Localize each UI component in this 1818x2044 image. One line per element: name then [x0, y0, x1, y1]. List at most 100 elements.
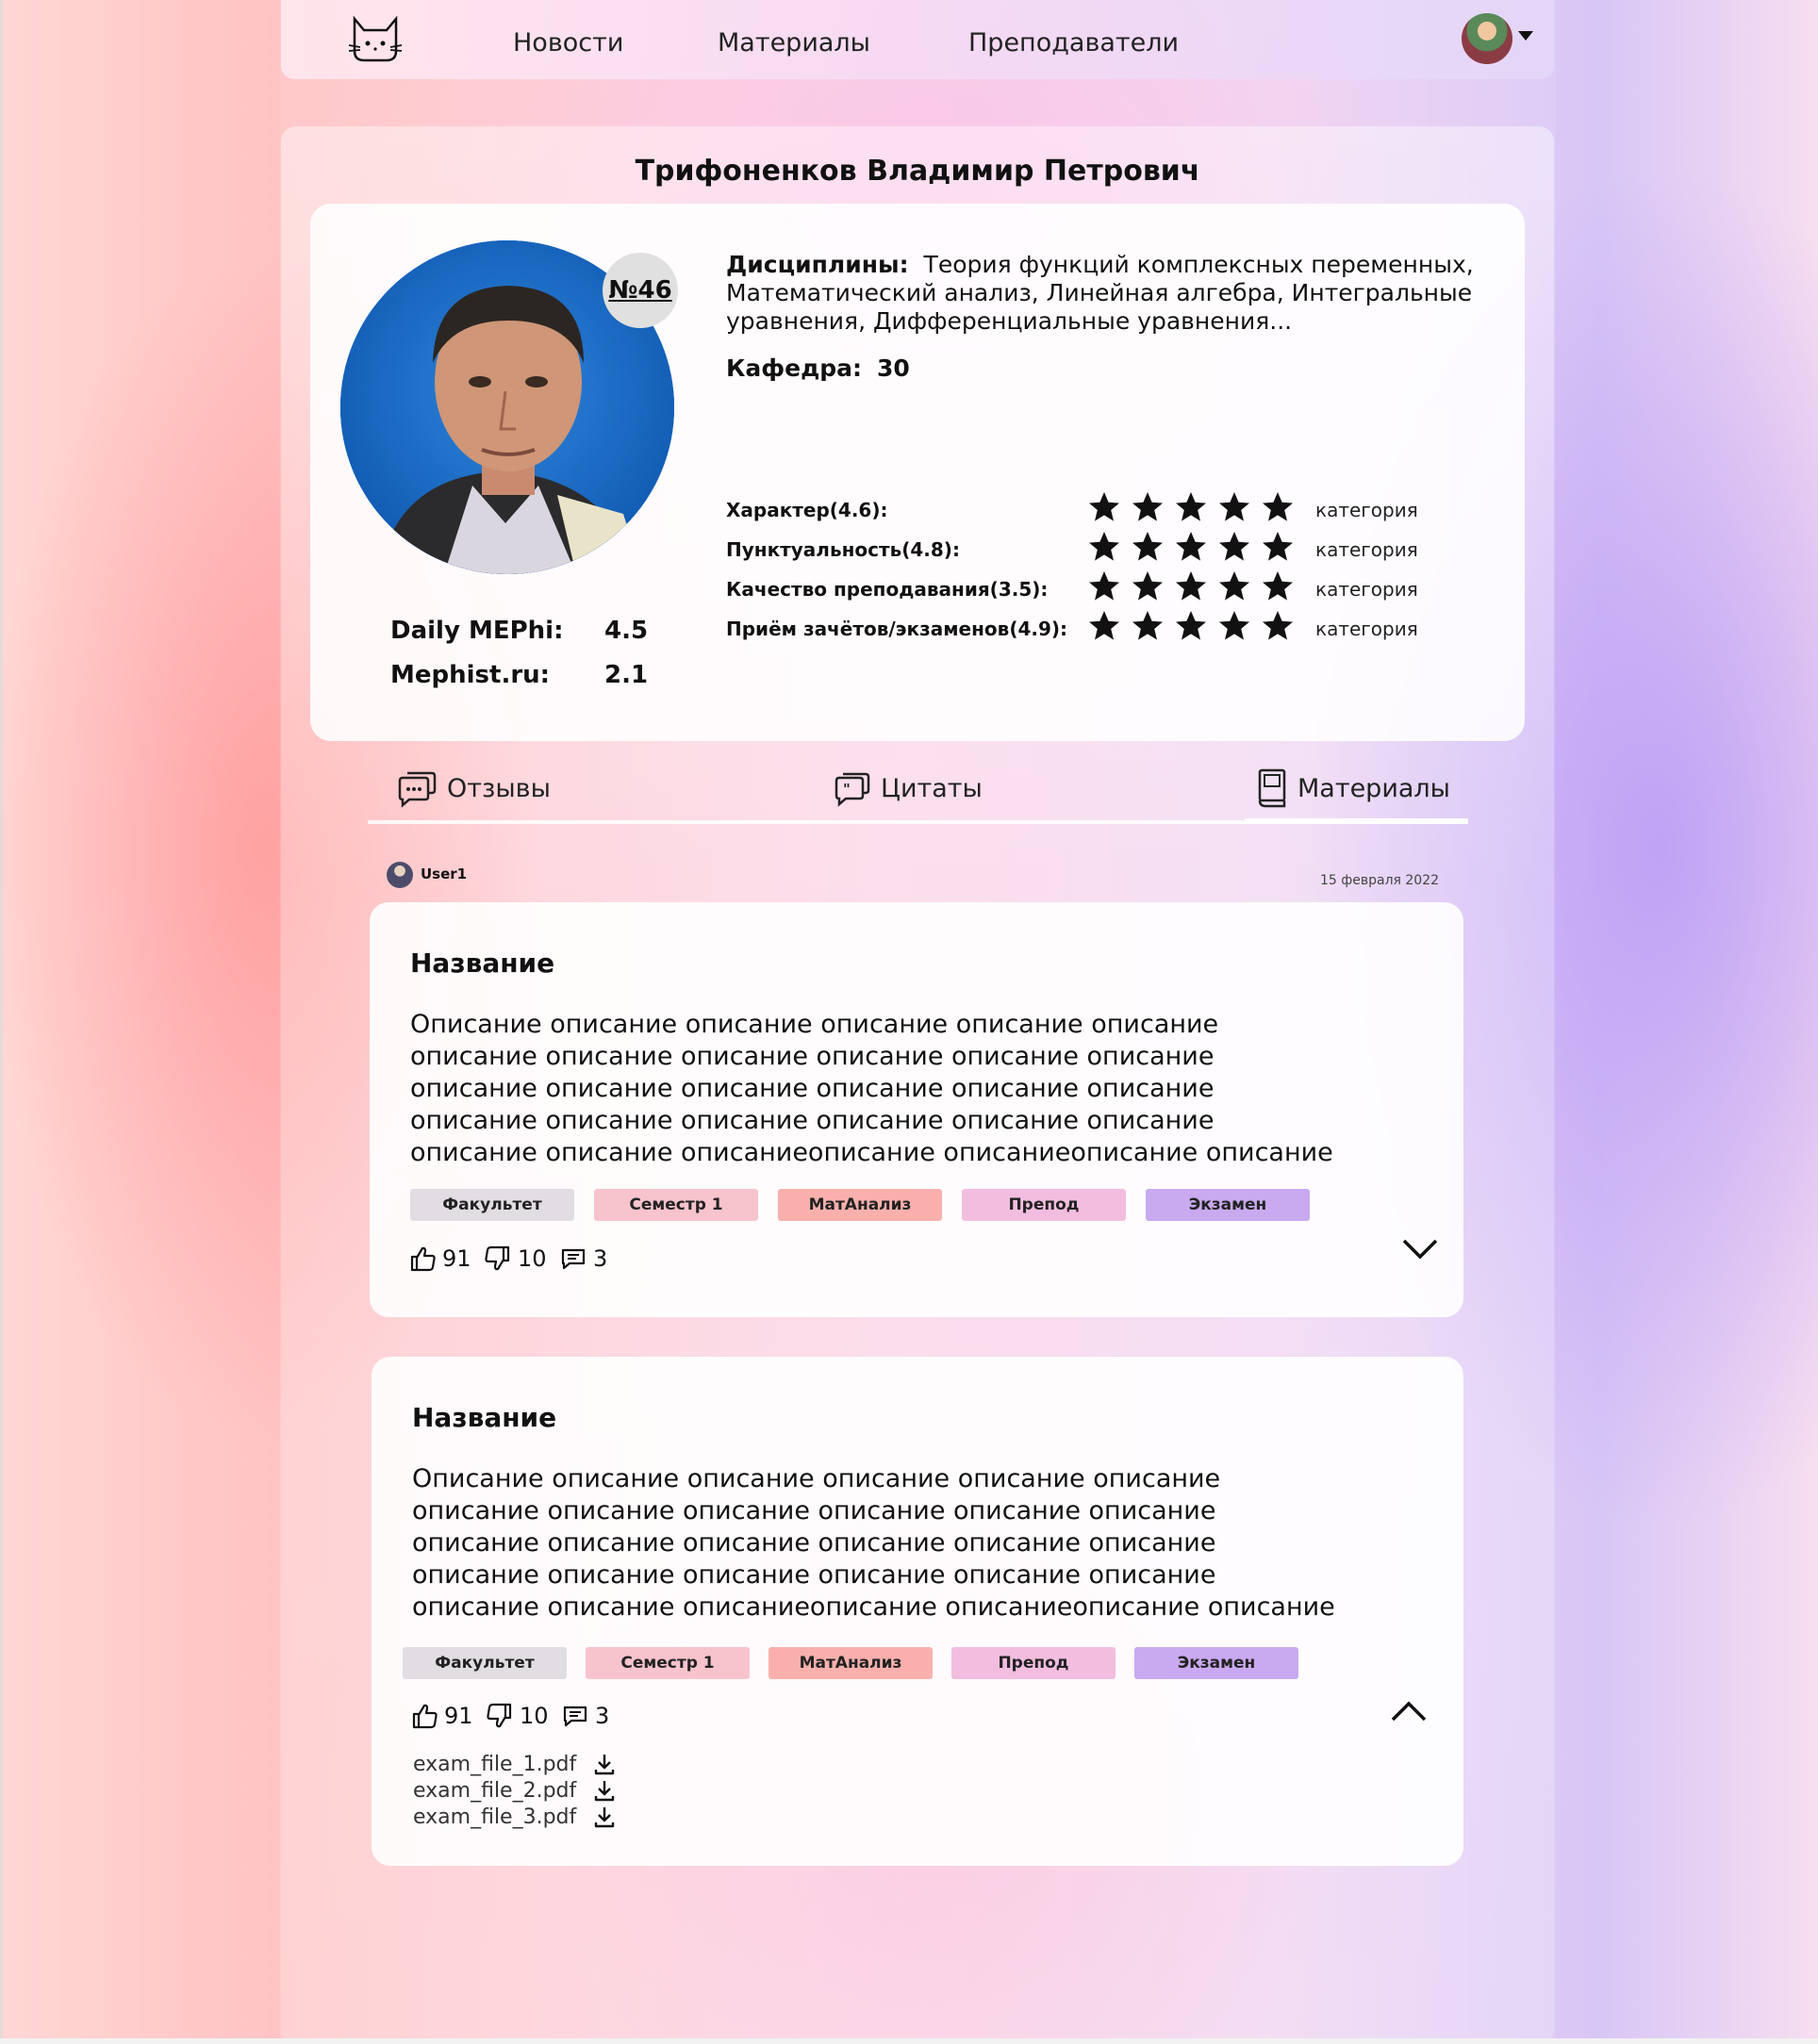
comment-counter-value: 3	[595, 1703, 610, 1729]
rating-label: Характер(4.6):	[726, 499, 888, 521]
star-icon	[1089, 532, 1119, 561]
star-icon	[1176, 492, 1206, 521]
tag-faculty[interactable]: Факультет	[403, 1647, 567, 1679]
tag-exam[interactable]: Экзамен	[1146, 1189, 1310, 1221]
star-icon	[1089, 571, 1119, 601]
download-icon[interactable]	[592, 1778, 617, 1803]
dislike-counter[interactable]: 10	[486, 1702, 549, 1730]
disciplines-label: Дисциплины:	[726, 251, 909, 278]
daily-mephi-label: Daily MEPhi:	[390, 617, 564, 645]
star-icon	[1219, 532, 1249, 561]
tab-quotes[interactable]: " Цитаты	[834, 759, 983, 817]
tag-exam[interactable]: Экзамен	[1134, 1647, 1298, 1679]
user-avatar[interactable]	[1462, 13, 1512, 64]
rating-category: категория	[1315, 538, 1418, 561]
star-icon	[1132, 611, 1163, 640]
download-icon[interactable]	[592, 1805, 617, 1829]
author-name[interactable]: User1	[421, 865, 467, 882]
disciplines: Дисциплины: Теория функций комплексных п…	[726, 251, 1499, 336]
thumbs-up-icon	[412, 1704, 438, 1729]
comment-icon	[561, 1248, 586, 1270]
chat-bubble-icon	[398, 771, 437, 808]
material-description: Описание описание описание описание опис…	[410, 1010, 1333, 1167]
tag-teacher[interactable]: Препод	[951, 1647, 1116, 1679]
tag-faculty[interactable]: Факультет	[410, 1189, 574, 1221]
teacher-name: Трифоненков Владимир Петрович	[635, 155, 1200, 188]
department-value: 30	[876, 354, 910, 382]
dislike-counter-value: 10	[520, 1703, 549, 1729]
star-icon	[1176, 532, 1206, 561]
nav-materials-link[interactable]: Материалы	[718, 28, 870, 58]
file-name[interactable]: exam_file_1.pdf	[413, 1753, 592, 1776]
download-icon[interactable]	[592, 1752, 617, 1776]
rating-category: категория	[1315, 499, 1418, 521]
cat-logo-icon[interactable]	[347, 13, 404, 66]
star-icon	[1219, 571, 1249, 601]
nav-news-link[interactable]: Новости	[513, 28, 623, 58]
author-avatar[interactable]	[387, 862, 413, 888]
star-icon	[1263, 532, 1293, 561]
rating-row: Пунктуальность(4.8): категория	[726, 531, 1499, 569]
material-title: Название	[412, 1402, 557, 1433]
tab-reviews-label: Отзывы	[447, 773, 551, 803]
star-icon	[1132, 492, 1163, 521]
rank-badge: №46	[603, 253, 678, 328]
thumbs-up-icon	[410, 1246, 436, 1272]
file-name[interactable]: exam_file_3.pdf	[413, 1805, 592, 1829]
star-icon	[1132, 532, 1163, 561]
chevron-down-icon[interactable]	[1401, 1237, 1439, 1261]
rating-row: Качество преподавания(3.5): категория	[726, 570, 1499, 608]
chevron-up-icon[interactable]	[1390, 1699, 1428, 1723]
rating-stars[interactable]	[1088, 610, 1294, 648]
department: Кафедра: 30	[726, 354, 910, 382]
comment-counter[interactable]: 3	[559, 1245, 607, 1273]
thumbs-down-icon	[485, 1245, 510, 1271]
star-icon	[1219, 611, 1249, 640]
svg-text:": "	[843, 781, 851, 798]
dislike-counter[interactable]: 10	[484, 1245, 547, 1273]
book-icon	[1258, 768, 1286, 808]
comment-counter[interactable]: 3	[561, 1702, 609, 1730]
rating-row: Характер(4.6): категория	[726, 491, 1499, 529]
quote-bubble-icon: "	[835, 772, 870, 807]
tab-materials[interactable]: Материалы	[1256, 759, 1450, 817]
caret-down-icon[interactable]	[1518, 31, 1533, 41]
file-name[interactable]: exam_file_2.pdf	[413, 1779, 592, 1803]
dislike-counter-value: 10	[518, 1245, 547, 1272]
star-icon	[1176, 571, 1206, 601]
rating-stars[interactable]	[1088, 491, 1294, 529]
star-icon	[1132, 571, 1163, 601]
comment-counter-value: 3	[593, 1245, 608, 1272]
tag-subject[interactable]: МатАнализ	[778, 1189, 942, 1221]
active-tab-indicator	[1245, 818, 1468, 824]
top-navbar: Новости Материалы Преподаватели	[281, 0, 1554, 79]
like-counter-value: 91	[442, 1245, 471, 1272]
tab-materials-label: Материалы	[1297, 773, 1450, 803]
star-icon	[1089, 611, 1119, 640]
star-icon	[1089, 492, 1119, 521]
tag-semester[interactable]: Семестр 1	[594, 1189, 758, 1221]
star-icon	[1176, 611, 1206, 640]
rating-stars[interactable]	[1088, 570, 1294, 608]
tag-subject[interactable]: МатАнализ	[769, 1647, 933, 1679]
teacher-info-card: №46 Daily MEPhi: 4.5 Mephist.ru: 2.1 Дис…	[310, 204, 1525, 741]
star-icon	[1219, 492, 1249, 521]
comment-icon	[563, 1706, 587, 1727]
like-counter[interactable]: 91	[408, 1245, 471, 1273]
star-icon	[1263, 611, 1293, 640]
star-icon	[1263, 492, 1293, 521]
left-edge	[0, 0, 3, 2044]
like-counter[interactable]: 91	[410, 1702, 473, 1730]
post-date: 15 февраля 2022	[1320, 873, 1440, 888]
rating-label: Приём зачётов/экзаменов(4.9):	[726, 618, 1068, 640]
rating-category: категория	[1315, 578, 1418, 601]
material-title: Название	[410, 948, 555, 979]
daily-mephi-value: 4.5	[604, 617, 649, 645]
like-counter-value: 91	[444, 1703, 473, 1729]
tab-reviews[interactable]: Отзывы	[396, 759, 551, 817]
tag-teacher[interactable]: Препод	[962, 1189, 1126, 1221]
rating-stars[interactable]	[1088, 531, 1294, 569]
tag-semester[interactable]: Семестр 1	[586, 1647, 750, 1679]
bottom-edge	[0, 2038, 1818, 2044]
nav-teachers-link[interactable]: Преподаватели	[968, 28, 1179, 58]
